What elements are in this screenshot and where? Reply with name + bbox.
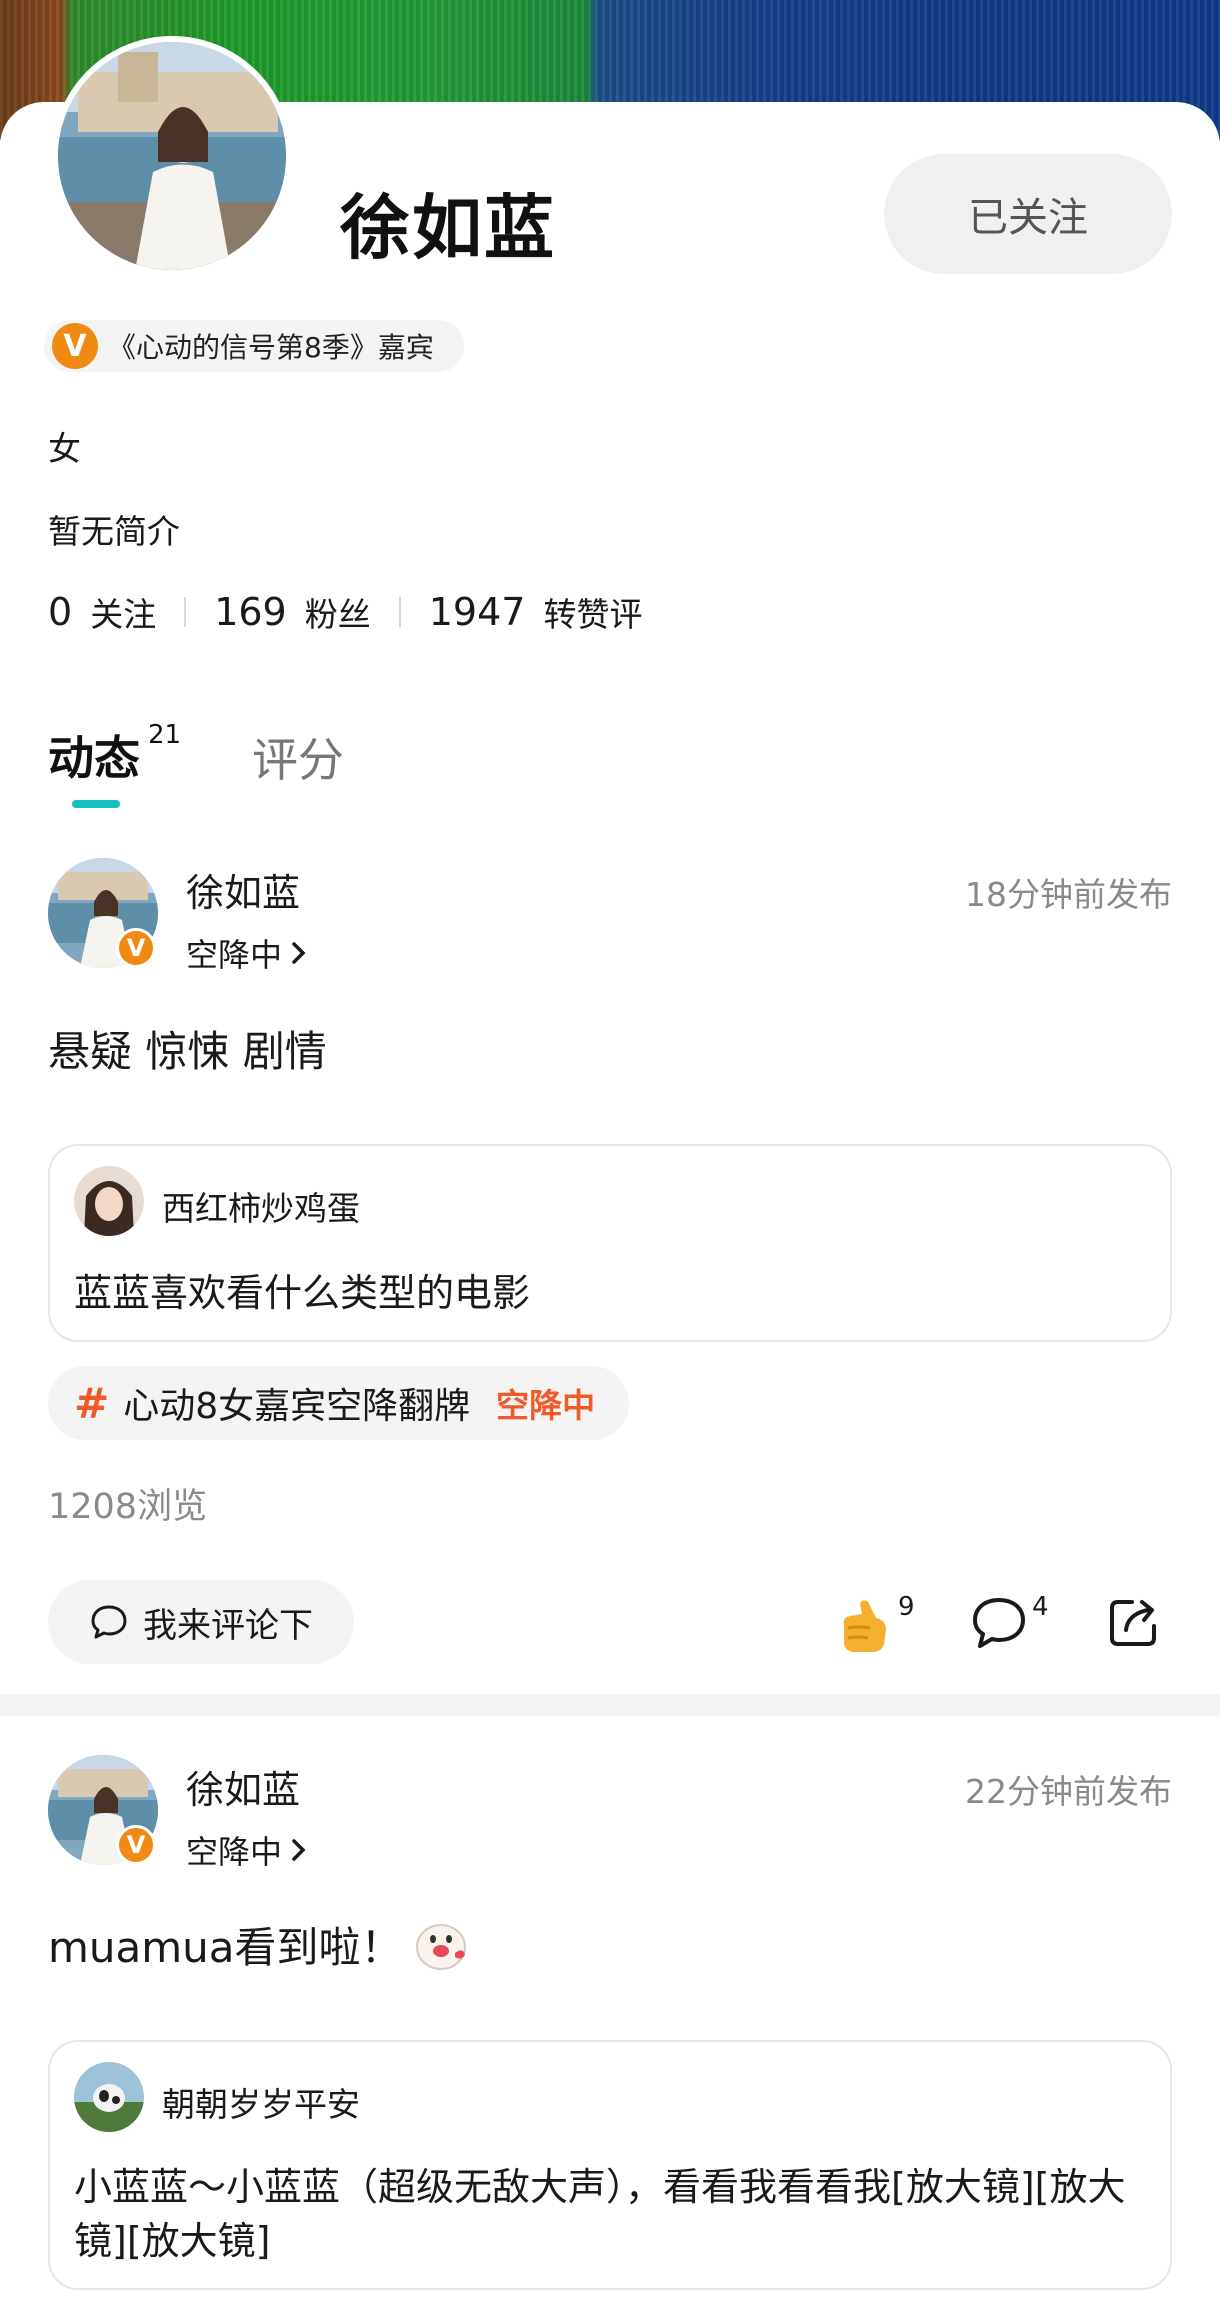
post-status-text: 空降中 (186, 936, 283, 974)
fans-label[interactable]: 粉丝 (305, 588, 371, 636)
post-time: 22分钟前发布 (965, 1772, 1172, 1811)
comment-placeholder: 我来评论下 (143, 1605, 313, 1646)
interactions-count: 1947 (428, 590, 526, 634)
comment-bubble-icon (91, 1605, 127, 1639)
v-badge-icon: V (116, 928, 156, 968)
v-badge-icon: V (116, 1825, 156, 1865)
share-button[interactable] (1108, 1594, 1162, 1648)
post-divider (0, 1694, 1220, 1716)
bio-text: 暂无简介 (48, 512, 180, 551)
comment-button[interactable]: 4 (970, 1592, 1049, 1650)
like-button[interactable]: 9 (836, 1592, 915, 1656)
quote-author-name: 朝朝岁岁平安 (162, 2085, 360, 2124)
topic-tag: 空降中 (496, 1386, 596, 1425)
avatar-image (74, 1166, 144, 1236)
topic-chip[interactable]: # 心动8女嘉宾空降翻牌 空降中 (48, 1366, 630, 1440)
share-icon (1110, 1600, 1156, 1646)
post-text: 悬疑 惊悚 剧情 (48, 1027, 327, 1076)
quote-text: 小蓝蓝～小蓝蓝（超级无敌大声），看看我看看我[放大镜][放大镜][放大镜] (74, 2165, 1126, 2263)
following-label[interactable]: 关注 (90, 588, 156, 636)
gender-text: 女 (48, 429, 81, 468)
comment-bubble-icon (973, 1598, 1025, 1648)
post-status-link[interactable]: 空降中 (186, 1827, 310, 1873)
quote-avatar (74, 2062, 144, 2132)
emoji-icon (415, 1923, 466, 1970)
hash-icon: # (74, 1378, 110, 1428)
stat-divider (398, 597, 401, 627)
profile-name: 徐如蓝 (340, 187, 556, 269)
topic-text: 心动8女嘉宾空降翻牌 (123, 1386, 471, 1427)
profile-page: 徐如蓝 已关注 V 《心动的信号第8季》嘉宾 女 暂无简介 0 关注 169 粉… (0, 0, 1220, 2314)
stat-divider (184, 597, 187, 627)
badge-text: 《心动的信号第8季》嘉宾 (108, 331, 434, 364)
chevron-right-icon (292, 1839, 306, 1861)
post-author-name[interactable]: 徐如蓝 (186, 862, 300, 917)
profile-stats: 0 关注 169 粉丝 1947 转赞评 (48, 588, 642, 636)
avatar-image (74, 2062, 144, 2132)
guest-badge[interactable]: V 《心动的信号第8季》嘉宾 (44, 320, 464, 372)
tab-indicator (72, 800, 120, 808)
comment-input-button[interactable]: 我来评论下 (48, 1580, 354, 1664)
quote-author-name: 西红柿炒鸡蛋 (162, 1189, 360, 1228)
post-status-text: 空降中 (186, 1833, 283, 1871)
like-count: 9 (898, 1592, 915, 1622)
post-text-row: muamua看到啦！ (48, 1914, 471, 1975)
v-badge-icon: V (52, 323, 98, 369)
view-count: 1208浏览 (48, 1487, 208, 1527)
quoted-question[interactable]: 西红柿炒鸡蛋 蓝蓝喜欢看什么类型的电影 (48, 1144, 1172, 1342)
tab-feed-count: 21 (148, 720, 182, 750)
profile-avatar[interactable] (52, 36, 292, 276)
post-author-name[interactable]: 徐如蓝 (186, 1759, 300, 1814)
quote-text: 蓝蓝喜欢看什么类型的电影 (74, 1271, 531, 1315)
chevron-right-icon (292, 942, 306, 964)
follow-button[interactable]: 已关注 (884, 154, 1172, 274)
quote-avatar (74, 1166, 144, 1236)
tab-ratings[interactable]: 评分 (252, 724, 344, 790)
post-status-link[interactable]: 空降中 (186, 930, 310, 976)
post-time: 18分钟前发布 (965, 875, 1172, 914)
following-count[interactable]: 0 (48, 590, 72, 634)
quoted-question[interactable]: 朝朝岁岁平安 小蓝蓝～小蓝蓝（超级无敌大声），看看我看看我[放大镜][放大镜][… (48, 2040, 1172, 2290)
fans-count[interactable]: 169 (214, 590, 287, 634)
post-text: muamua看到啦！ (48, 1923, 403, 1972)
interactions-label: 转赞评 (543, 595, 643, 634)
comment-count: 4 (1032, 1592, 1049, 1622)
tab-feed[interactable]: 动态 (48, 722, 140, 788)
thumbs-up-icon (843, 1600, 886, 1652)
